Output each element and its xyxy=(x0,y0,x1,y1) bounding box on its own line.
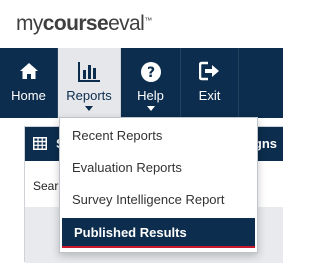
chevron-down-icon xyxy=(85,106,93,111)
menu-item-published-results[interactable]: Published Results xyxy=(62,218,255,248)
reports-dropdown-menu: Recent Reports Evaluation Reports Survey… xyxy=(59,117,258,253)
chevron-down-icon xyxy=(146,106,155,111)
nav-exit-label: Exit xyxy=(198,88,221,103)
nav-reports-label: Reports xyxy=(66,88,112,103)
nav-exit[interactable]: Exit xyxy=(181,48,239,118)
home-icon xyxy=(0,61,57,83)
nav-home-label: Home xyxy=(11,88,46,103)
bar-chart-icon xyxy=(58,61,120,83)
menu-item-evaluation-reports[interactable]: Evaluation Reports xyxy=(60,154,257,182)
nav-home[interactable]: Home xyxy=(0,48,58,118)
menu-item-survey-intelligence-report[interactable]: Survey Intelligence Report xyxy=(60,186,257,214)
question-circle-icon: ? xyxy=(121,61,180,83)
mycourseval-logo: mycourseeval™ xyxy=(16,12,152,35)
svg-text:?: ? xyxy=(146,65,154,81)
table-icon xyxy=(33,137,47,155)
nav-reports[interactable]: Reports xyxy=(58,48,121,118)
nav-help-label: Help xyxy=(137,88,164,103)
sign-out-icon xyxy=(181,61,238,83)
header-logo-bar: mycourseeval™ xyxy=(0,0,283,48)
nav-help[interactable]: ? Help xyxy=(121,48,181,118)
main-navbar: Home Reports ? Help Exit xyxy=(0,48,283,118)
search-label: Sear xyxy=(33,179,59,193)
menu-item-recent-reports[interactable]: Recent Reports xyxy=(60,122,257,150)
